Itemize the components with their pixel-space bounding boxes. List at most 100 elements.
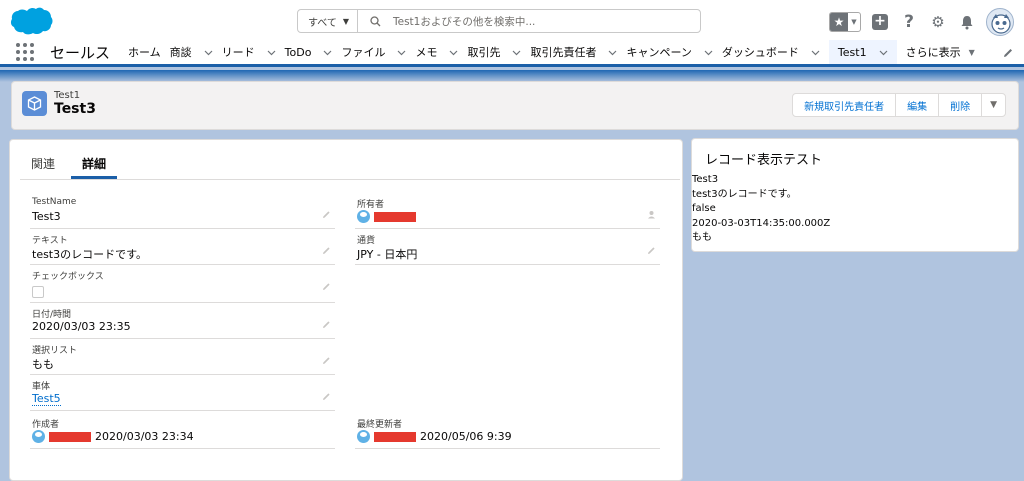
tab-related[interactable]: 関連 <box>20 140 66 179</box>
field-currency: 通貨 JPY - 日本円 <box>355 231 660 265</box>
pencil-icon[interactable] <box>322 392 331 401</box>
pencil-icon[interactable] <box>1002 47 1014 59</box>
nav-item-label: 取引先 <box>467 46 501 59</box>
favorites-button[interactable]: ★ ▼ <box>829 12 861 32</box>
caret-down-icon: ▼ <box>990 100 997 110</box>
notification-bell-icon[interactable] <box>957 12 977 32</box>
field-value: JPY - 日本円 <box>357 248 418 261</box>
custom-object-icon <box>22 91 47 116</box>
user-avatar[interactable] <box>986 8 1014 36</box>
field-label: 選択リスト <box>32 346 78 356</box>
new-contact-button[interactable]: 新規取引先責任者 <box>793 94 897 116</box>
card-title: レコード表示テスト <box>705 153 823 168</box>
global-search: すべて ▼ Test1およびその他を検索中... <box>297 9 701 33</box>
chevron-down-icon[interactable] <box>267 48 276 57</box>
nav-item-label: ダッシュボード <box>721 46 799 59</box>
pencil-icon[interactable] <box>322 282 331 291</box>
record-detail-card: 関連 詳細 TestName Test3 テキスト test3のレコードです。 … <box>9 139 683 481</box>
search-scope-dropdown[interactable]: すべて ▼ <box>298 10 358 32</box>
nav-item-leads[interactable]: リード <box>222 40 285 64</box>
nav-item-notes[interactable]: メモ <box>415 40 467 64</box>
card-line: Test3 <box>692 174 719 185</box>
user-avatar-icon <box>357 210 370 223</box>
chevron-down-icon[interactable] <box>204 48 213 57</box>
chevron-down-icon[interactable] <box>811 48 820 57</box>
field-label: 作成者 <box>32 420 60 430</box>
card-line: test3のレコードです。 <box>692 188 797 200</box>
delete-button[interactable]: 削除 <box>939 94 983 116</box>
gear-icon[interactable]: ⚙ <box>928 12 948 32</box>
more-actions-button[interactable]: ▼ <box>982 94 1005 116</box>
nav-item-label: キャンペーン <box>626 46 692 59</box>
field-value: Test3 <box>32 210 61 223</box>
field-value-link[interactable]: Test5 <box>32 392 61 406</box>
nav-item-campaigns[interactable]: キャンペーン <box>626 40 721 64</box>
nav-item-files[interactable]: ファイル <box>341 40 415 64</box>
pencil-icon[interactable] <box>322 210 331 219</box>
global-actions-button[interactable]: + <box>870 12 890 32</box>
chevron-down-icon[interactable] <box>879 48 888 57</box>
field-label: 所有者 <box>357 200 385 210</box>
nav-item-opportunities[interactable]: 商談 <box>170 40 222 64</box>
nav-item-contacts[interactable]: 取引先責任者 <box>530 40 626 64</box>
pencil-icon[interactable] <box>322 320 331 329</box>
nav-item-dashboards[interactable]: ダッシュボード <box>722 40 829 64</box>
app-launcher-icon[interactable] <box>16 43 34 61</box>
nav-item-label: 商談 <box>169 46 192 59</box>
help-icon[interactable]: ? <box>899 12 919 32</box>
salesforce-logo[interactable] <box>9 6 53 36</box>
chevron-down-icon[interactable] <box>704 48 713 57</box>
nav-item-label: リード <box>221 46 255 59</box>
nav-item-label: メモ <box>415 46 438 59</box>
change-owner-icon[interactable] <box>647 210 656 219</box>
pencil-icon[interactable] <box>647 246 656 255</box>
redacted-user-name[interactable] <box>374 211 416 222</box>
field-picklist: 選択リスト もも <box>30 341 335 375</box>
card-line: false <box>692 203 716 214</box>
chevron-down-icon[interactable] <box>397 48 406 57</box>
chevron-down-icon[interactable] <box>608 48 617 57</box>
field-label: 通貨 <box>357 236 376 246</box>
card-line: もも <box>692 232 712 243</box>
chevron-down-icon[interactable] <box>512 48 521 57</box>
field-value: もも <box>32 358 54 371</box>
caret-down-icon: ▼ <box>968 47 975 57</box>
nav-more-button[interactable]: さらに表示 ▼ <box>897 44 975 60</box>
nav-item-test1[interactable]: Test1 <box>828 40 897 67</box>
modified-date: 2020/05/06 9:39 <box>420 430 512 443</box>
global-header: すべて ▼ Test1およびその他を検索中... ★ ▼ + ? ⚙ <box>0 0 1024 40</box>
chevron-down-icon[interactable] <box>449 48 458 57</box>
nav-item-label: Test1 <box>837 45 867 59</box>
redacted-user-name[interactable] <box>49 431 91 442</box>
checkbox <box>32 286 44 298</box>
field-checkbox: チェックボックス <box>30 267 335 303</box>
field-value: 2020/05/06 9:39 <box>357 430 512 443</box>
search-placeholder: Test1およびその他を検索中... <box>393 15 536 28</box>
user-avatar-icon <box>357 430 370 443</box>
field-testname: TestName Test3 <box>30 195 335 229</box>
field-label: テキスト <box>32 236 68 246</box>
caret-down-icon[interactable]: ▼ <box>848 18 860 26</box>
search-input[interactable]: Test1およびその他を検索中... <box>358 10 700 32</box>
nav-item-todo[interactable]: ToDo <box>285 40 342 64</box>
record-header: Test1 Test3 新規取引先責任者 編集 削除 ▼ <box>11 81 1019 130</box>
pencil-icon[interactable] <box>322 246 331 255</box>
field-owner: 所有者 <box>355 195 660 229</box>
edit-button[interactable]: 編集 <box>896 94 940 116</box>
chevron-down-icon[interactable] <box>323 48 332 57</box>
plus-icon: + <box>872 14 888 30</box>
user-avatar-icon <box>32 430 45 443</box>
tab-details[interactable]: 詳細 <box>71 140 118 179</box>
field-last-modified-by: 最終更新者 2020/05/06 9:39 <box>355 415 660 449</box>
field-label: 最終更新者 <box>357 420 403 430</box>
nav-item-home[interactable]: ホーム <box>128 40 170 64</box>
search-icon <box>370 15 381 26</box>
redacted-user-name[interactable] <box>374 431 416 442</box>
nav-item-label: ToDo <box>284 45 312 59</box>
nav-item-accounts[interactable]: 取引先 <box>467 40 530 64</box>
star-icon: ★ <box>830 13 848 31</box>
search-scope-label: すべて <box>308 17 337 29</box>
pencil-icon[interactable] <box>322 356 331 365</box>
nav-item-label: ファイル <box>341 46 386 59</box>
nav-item-label: 取引先責任者 <box>530 46 597 59</box>
